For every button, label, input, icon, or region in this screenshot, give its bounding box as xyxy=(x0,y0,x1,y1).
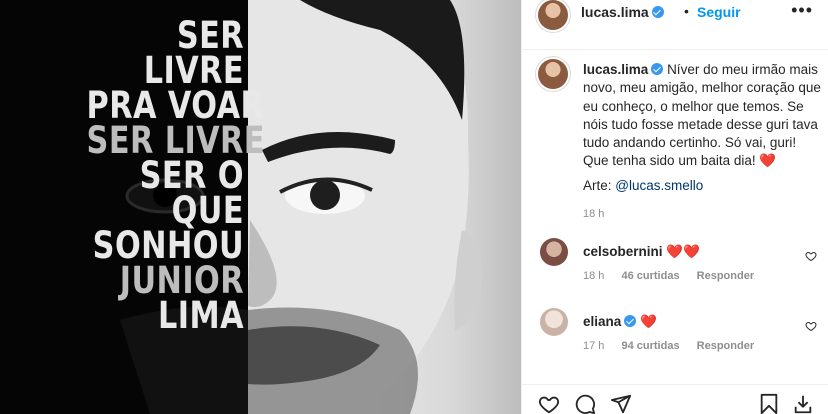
heart-icon[interactable] xyxy=(805,250,817,262)
poster-line: QUE xyxy=(171,189,244,232)
comment-item: eliana ❤️ 17 h 94 curtidas Responder xyxy=(522,308,828,368)
action-bar xyxy=(522,384,828,414)
caption-avatar[interactable] xyxy=(538,59,568,89)
comment-meta: 18 h 46 curtidas Responder xyxy=(583,270,768,282)
art-credit: Arte: @lucas.smello xyxy=(583,178,703,193)
caption-text: lucas.lima Níver do meu irmão mais novo,… xyxy=(583,61,821,171)
poster-lettering: SER LIVRE PRA VOAR SER LIVRE SER O QUE S… xyxy=(86,14,265,337)
poster-line: SER O xyxy=(139,154,244,197)
poster-line: LIVRE xyxy=(143,49,244,92)
art-credit-label: Arte: xyxy=(583,178,612,193)
heart-emoji: ❤️ xyxy=(759,153,777,169)
separator-dot: • xyxy=(684,3,689,19)
author-username[interactable]: lucas.lima xyxy=(581,4,664,20)
comment-meta: 17 h 94 curtidas Responder xyxy=(583,340,768,352)
verified-badge-icon xyxy=(651,63,664,75)
comment-likes[interactable]: 94 curtidas xyxy=(621,340,679,352)
post-header: lucas.lima • Seguir ••• xyxy=(522,0,828,50)
more-icon[interactable]: ••• xyxy=(791,0,813,21)
commenter-username[interactable]: celsobernini xyxy=(583,244,663,259)
caption-timestamp[interactable]: 18 h xyxy=(583,208,604,220)
poster-line: SER LIVRE xyxy=(86,119,265,162)
commenter-avatar[interactable] xyxy=(540,308,568,336)
post-details-panel: lucas.lima • Seguir ••• lucas.lima Níver… xyxy=(521,0,828,414)
comment-timestamp[interactable]: 17 h xyxy=(583,340,604,352)
portrait-illustration xyxy=(120,0,483,414)
save-icon[interactable] xyxy=(758,393,780,414)
comment-text: eliana ❤️ xyxy=(583,314,657,330)
author-username-text[interactable]: lucas.lima xyxy=(581,4,649,20)
comment-body: ❤️❤️ xyxy=(666,244,700,259)
reply-button[interactable]: Responder xyxy=(697,340,754,352)
caption-username[interactable]: lucas.lima xyxy=(583,62,664,77)
commenter-username[interactable]: eliana xyxy=(583,314,637,329)
poster-line: SER xyxy=(176,14,244,57)
follow-button[interactable]: Seguir xyxy=(697,4,741,20)
heart-icon[interactable] xyxy=(805,320,817,332)
download-icon[interactable] xyxy=(792,393,814,414)
caption-username-text[interactable]: lucas.lima xyxy=(583,62,648,77)
poster-line: SONHOU xyxy=(92,224,244,267)
verified-badge-icon xyxy=(651,6,664,18)
comment-item: celsobernini ❤️❤️ 18 h 46 curtidas Respo… xyxy=(522,238,828,298)
commenter-avatar[interactable] xyxy=(540,238,568,266)
heart-icon[interactable] xyxy=(538,393,560,414)
avatar[interactable] xyxy=(538,0,568,30)
caption-body: Níver do meu irmão mais novo, meu amigão… xyxy=(583,62,821,169)
poster-line: JUNIOR xyxy=(119,259,244,302)
comment-likes[interactable]: 46 curtidas xyxy=(621,270,679,282)
comment-text: celsobernini ❤️❤️ xyxy=(583,244,700,260)
verified-badge-icon xyxy=(624,315,637,327)
poster-line: PRA VOAR xyxy=(86,84,265,127)
comment-body: ❤️ xyxy=(640,314,657,329)
caption: lucas.lima Níver do meu irmão mais novo,… xyxy=(522,51,828,230)
poster-line: LIMA xyxy=(158,294,244,337)
comment-timestamp[interactable]: 18 h xyxy=(583,270,604,282)
comment-icon[interactable] xyxy=(574,393,596,414)
reply-button[interactable]: Responder xyxy=(697,270,754,282)
post-image[interactable]: SER LIVRE PRA VOAR SER LIVRE SER O QUE S… xyxy=(0,0,521,414)
commenter-username-text[interactable]: eliana xyxy=(583,314,621,329)
share-icon[interactable] xyxy=(610,393,632,414)
art-mention-link[interactable]: @lucas.smello xyxy=(615,178,703,193)
